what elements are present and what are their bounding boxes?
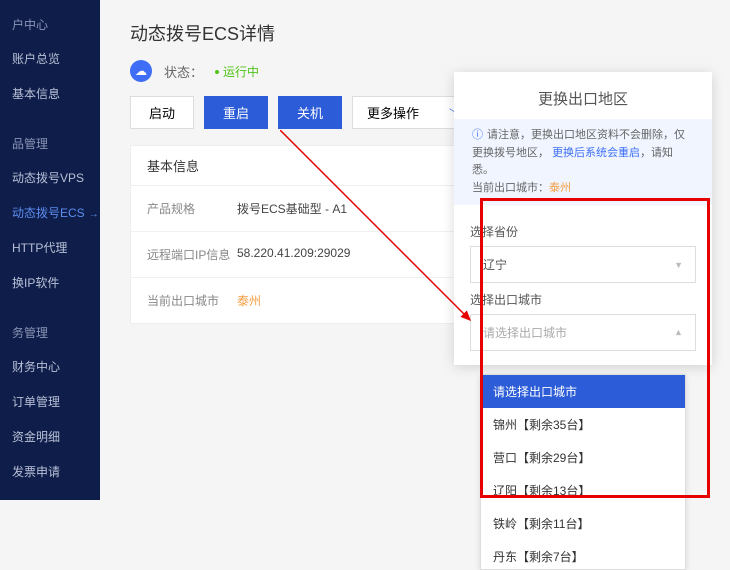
- modal-note: ⓘ请注意，更换出口地区资料不会删除，仅更换拨号地区， 更换后系统会重启，请知悉。…: [454, 119, 712, 205]
- modal-body: 选择省份 辽宁 ▼ 选择出口城市 请选择出口城市 ▼: [454, 205, 712, 351]
- info-value-city[interactable]: 泰州: [237, 292, 261, 309]
- province-value: 辽宁: [483, 256, 507, 273]
- start-button[interactable]: 启动: [130, 96, 194, 129]
- shutdown-button[interactable]: 关机: [278, 96, 342, 129]
- sidebar-item-basicinfo[interactable]: 基本信息: [0, 76, 100, 111]
- info-icon: ⓘ: [472, 129, 483, 141]
- city-dropdown[interactable]: 请选择出口城市 锦州【剩余35台】 营口【剩余29台】 辽阳【剩余13台】 铁岭…: [480, 374, 686, 570]
- dropdown-item[interactable]: 锦州【剩余35台】: [481, 408, 685, 441]
- province-select[interactable]: 辽宁 ▼: [470, 246, 696, 283]
- sidebar-item-orders[interactable]: 订单管理: [0, 384, 100, 419]
- sidebar-group-product: 品管理: [0, 127, 100, 160]
- restart-button[interactable]: 重启: [204, 96, 268, 129]
- sidebar-item-invoice[interactable]: 发票申请: [0, 454, 100, 489]
- info-label: 当前出口城市: [147, 292, 237, 309]
- city-select[interactable]: 请选择出口城市 ▼: [470, 314, 696, 351]
- sidebar: 户中心 账户总览 基本信息 品管理 动态拨号VPS 动态拨号ECS HTTP代理…: [0, 0, 100, 500]
- info-label: 远程端口IP信息: [147, 246, 237, 263]
- sidebar-item-http[interactable]: HTTP代理: [0, 230, 100, 265]
- sidebar-group-finance: 务管理: [0, 316, 100, 349]
- dropdown-item[interactable]: 营口【剩余29台】: [481, 441, 685, 474]
- info-value: 58.220.41.209:29029: [237, 246, 350, 263]
- dropdown-item[interactable]: 请选择出口城市: [481, 375, 685, 408]
- sidebar-group-user: 户中心: [0, 8, 100, 41]
- change-region-modal: 更换出口地区 ⓘ请注意，更换出口地区资料不会删除，仅更换拨号地区， 更换后系统会…: [454, 72, 712, 365]
- sidebar-item-financecenter[interactable]: 财务中心: [0, 349, 100, 384]
- dropdown-item[interactable]: 辽阳【剩余13台】: [481, 474, 685, 507]
- sidebar-item-coupon[interactable]: 优惠卷: [0, 489, 100, 500]
- dropdown-item[interactable]: 丹东【剩余7台】: [481, 540, 685, 570]
- sidebar-item-funds[interactable]: 资金明细: [0, 419, 100, 454]
- note-highlight: 更换后系统会重启: [552, 147, 640, 159]
- modal-title: 更换出口地区: [454, 72, 712, 119]
- province-label: 选择省份: [470, 223, 696, 240]
- more-label: 更多操作: [367, 103, 419, 122]
- dropdown-item[interactable]: 铁岭【剩余11台】: [481, 507, 685, 540]
- sidebar-item-vps[interactable]: 动态拨号VPS: [0, 160, 100, 195]
- sidebar-item-ecs[interactable]: 动态拨号ECS: [0, 195, 100, 230]
- triangle-down-icon: ▼: [674, 260, 683, 270]
- city-label: 选择出口城市: [470, 291, 696, 308]
- cloud-icon: ☁: [130, 60, 152, 82]
- triangle-up-icon: ▼: [674, 328, 683, 338]
- city-placeholder: 请选择出口城市: [483, 324, 567, 341]
- info-value: 拨号ECS基础型 - A1: [237, 200, 347, 217]
- page-title: 动态拨号ECS详情: [100, 0, 730, 60]
- note-text: 当前出口城市：: [472, 182, 549, 194]
- status-value: 运行中: [215, 63, 259, 80]
- note-city: 泰州: [549, 182, 571, 194]
- sidebar-item-overview[interactable]: 账户总览: [0, 41, 100, 76]
- status-label: 状态：: [164, 62, 203, 81]
- sidebar-item-ipswitch[interactable]: 换IP软件: [0, 265, 100, 300]
- info-label: 产品规格: [147, 200, 237, 217]
